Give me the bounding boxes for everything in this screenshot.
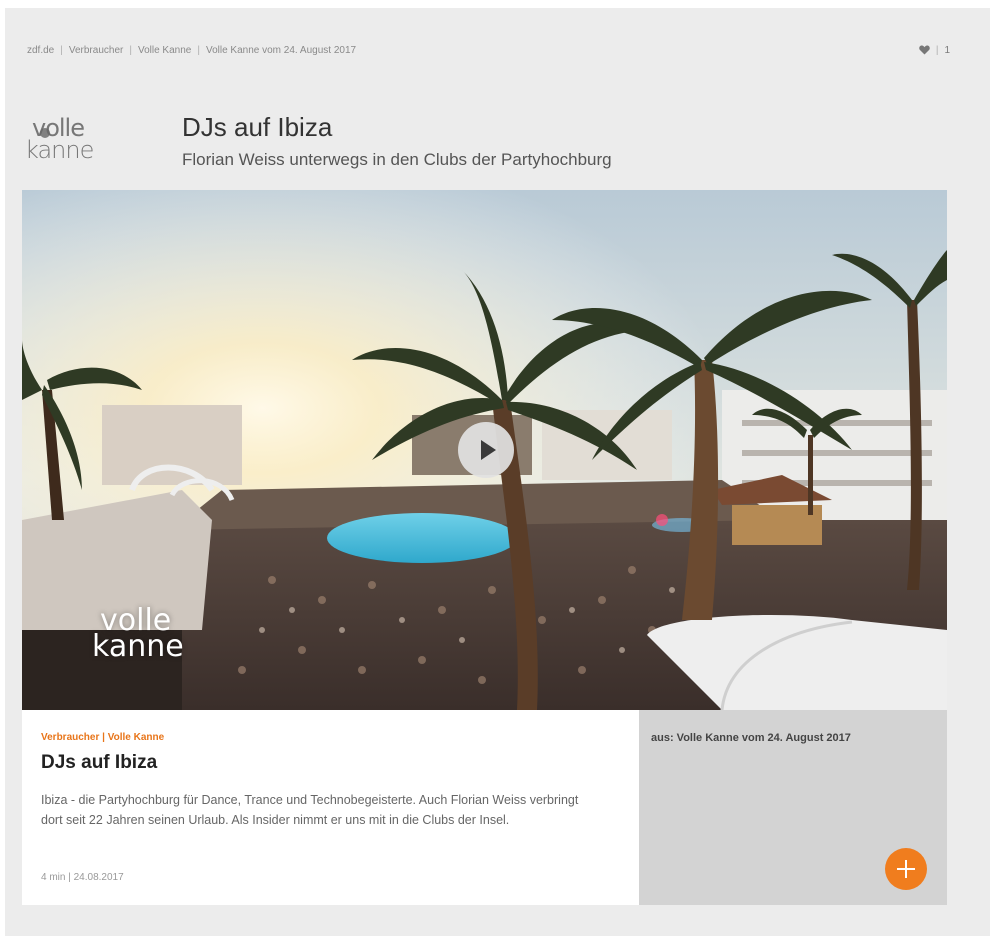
- add-icon[interactable]: [885, 848, 927, 890]
- like-control[interactable]: | 1: [919, 45, 950, 56]
- watermark-line-2: kanne: [92, 629, 184, 664]
- page-subtitle: Florian Weiss unterwegs in den Clubs der…: [182, 150, 612, 169]
- play-button[interactable]: [458, 422, 514, 478]
- breadcrumb-separator: |: [60, 44, 63, 56]
- episode-panel: aus: Volle Kanne vom 24. August 2017: [639, 710, 947, 905]
- video-description: Ibiza - die Partyhochburg für Dance, Tra…: [41, 793, 579, 827]
- volle-kanne-logo[interactable]: volle kanne: [22, 116, 122, 171]
- play-icon: [481, 440, 496, 460]
- breadcrumb-separator: |: [197, 44, 200, 56]
- video-info-card: Verbraucher | Volle Kanne DJs auf Ibiza …: [22, 710, 639, 905]
- breadcrumb-item-episode[interactable]: Volle Kanne vom 24. August 2017: [206, 45, 356, 56]
- episode-source[interactable]: aus: Volle Kanne vom 24. August 2017: [651, 732, 851, 744]
- like-count: 1: [944, 44, 950, 56]
- heart-icon[interactable]: [919, 45, 930, 55]
- video-player[interactable]: volle kanne: [22, 190, 947, 710]
- video-meta: 4 min | 24.08.2017: [41, 872, 124, 883]
- volle-kanne-watermark: volle kanne: [92, 606, 184, 664]
- breadcrumb-item-verbraucher[interactable]: Verbraucher: [69, 45, 123, 56]
- breadcrumb-separator: |: [129, 44, 132, 56]
- video-title: DJs auf Ibiza: [41, 752, 158, 773]
- page-header: volle kanne DJs auf Ibiza Florian Weiss …: [22, 108, 952, 178]
- page-container: zdf.de | Verbraucher | Volle Kanne | Volle Kan…: [5, 8, 990, 936]
- logo-line-2: kanne: [25, 136, 94, 164]
- breadcrumb: zdf.de | Verbraucher | Volle Kanne | Volle Kan…: [27, 45, 356, 56]
- top-bar: zdf.de | Verbraucher | Volle Kanne | Volle Kan…: [27, 40, 950, 60]
- category-label[interactable]: Verbraucher | Volle Kanne: [41, 732, 164, 743]
- page-title: DJs auf Ibiza: [182, 112, 333, 142]
- like-separator: |: [935, 44, 939, 56]
- breadcrumb-item-zdf[interactable]: zdf.de: [27, 45, 54, 56]
- breadcrumb-item-volle-kanne[interactable]: Volle Kanne: [138, 45, 191, 56]
